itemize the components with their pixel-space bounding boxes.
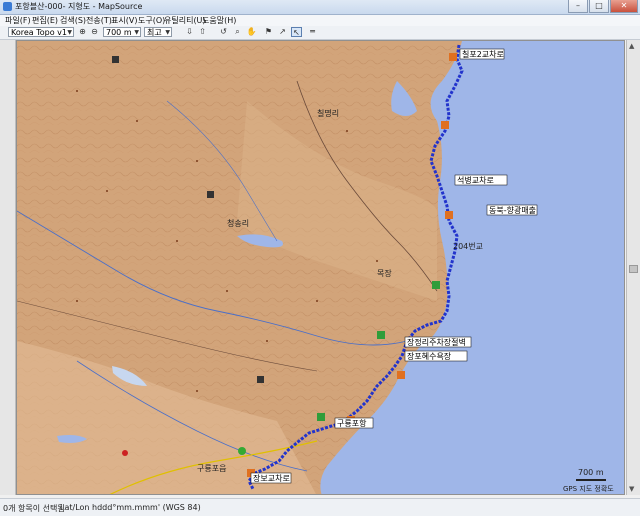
measure-tool-icon[interactable]: ═ [307, 27, 318, 37]
hand-tool-icon[interactable]: ✋ [246, 27, 257, 37]
vertical-scrollbar[interactable]: ▲ ▼ [626, 40, 640, 495]
menu-search[interactable]: 검색(S) [60, 15, 86, 26]
toolbar: Korea Topo v1 ▼ ⊕ ⊖ 700 m ▼ 최고 ▼ ⇩ ⇧ ↺ ⌕… [0, 26, 640, 40]
waypoint-label: 구룡포항 [337, 419, 367, 428]
app-icon [3, 2, 12, 11]
maximize-button[interactable]: □ [589, 0, 609, 13]
zoom-level-value: 700 m [106, 28, 132, 37]
menu-help[interactable]: 도움말(H) [202, 15, 236, 26]
route-tool-icon[interactable]: ↗ [277, 27, 288, 37]
place-label: 칠명리 [317, 108, 339, 118]
zoom-out-icon[interactable]: ⊖ [89, 27, 100, 37]
status-bar: 0개 항목이 선택됨 Lat/Lon hddd°mm.mmm' (WGS 84) [0, 498, 640, 516]
menu-bar: 파일(F) 편집(E) 검색(S) 전송(T) 표시(V) 도구(O) 유틸리티… [0, 15, 640, 26]
position-format: Lat/Lon hddd°mm.mmm' (WGS 84) [60, 503, 201, 512]
waypoint-label: 동북-향광매출 [489, 205, 536, 215]
receive-from-device-icon[interactable]: ⇩ [184, 27, 195, 37]
zoom-level-select[interactable]: 700 m ▼ [103, 27, 141, 37]
menu-tools[interactable]: 도구(O) [138, 15, 165, 26]
window-title: 포항블산-000- 지형도 - MapSource [15, 2, 143, 11]
poi-marker [122, 450, 128, 456]
poi-marker [432, 281, 440, 289]
waypoint-label: 칠포2교차로 [462, 50, 504, 59]
scroll-thumb[interactable] [629, 265, 638, 273]
poi-marker [238, 447, 246, 455]
minimize-button[interactable]: – [568, 0, 588, 13]
map-scale-bar [576, 479, 606, 481]
left-gutter [0, 40, 16, 495]
poi-marker [377, 331, 385, 339]
waypoint-label: 장포혜수욕장 [407, 351, 452, 361]
detail-value: 최고 [147, 28, 162, 37]
send-to-device-icon[interactable]: ⇧ [197, 27, 208, 37]
waypoint-marker [397, 371, 405, 379]
scroll-down-icon[interactable]: ▼ [629, 485, 634, 493]
poi-marker [112, 56, 119, 63]
poi-marker [207, 191, 214, 198]
map-credit: GPS 지도 정확도 [563, 485, 614, 493]
zoom-tool-icon[interactable]: ⌕ [232, 27, 243, 37]
menu-transfer[interactable]: 전송(T) [86, 15, 112, 26]
place-label: 구룡포읍 [197, 464, 226, 473]
poi-marker [257, 376, 264, 383]
waypoint-label: 석병교차로 [457, 175, 494, 185]
map-scale-label: 700 m [578, 468, 604, 477]
waypoint-marker [449, 53, 457, 61]
scroll-up-icon[interactable]: ▲ [629, 42, 634, 50]
map-view[interactable]: 칠포2교차로 석병교차로 동북-향광매출 장정리주차장절벽 장포혜수욕장 구룡포… [16, 40, 625, 495]
place-label: 청송리 [227, 219, 249, 228]
menu-edit[interactable]: 편집(E) [32, 15, 58, 26]
close-button[interactable]: ✕ [610, 0, 638, 13]
chevron-down-icon: ▼ [134, 29, 139, 36]
place-label: 목장 [377, 268, 392, 278]
selection-status: 0개 항목이 선택됨 [3, 504, 65, 513]
detail-select[interactable]: 최고 ▼ [144, 27, 172, 37]
menu-file[interactable]: 파일(F) [5, 15, 31, 26]
title-bar: 포항블산-000- 지형도 - MapSource – □ ✕ [0, 0, 640, 15]
map-product-value: Korea Topo v1 [11, 28, 67, 37]
waypoint-marker [445, 211, 453, 219]
waypoint-label: 장정리주차장절벽 [407, 337, 466, 347]
selection-tool-icon[interactable]: ↖ [291, 27, 302, 37]
menu-utilities[interactable]: 유틸리티(U) [164, 15, 206, 26]
map-tool-icon[interactable]: ↺ [218, 27, 229, 37]
window-controls: – □ ✕ [567, 0, 638, 13]
zoom-in-icon[interactable]: ⊕ [77, 27, 88, 37]
waypoint-marker [441, 121, 449, 129]
chevron-down-icon: ▼ [67, 29, 72, 36]
poi-marker [317, 413, 325, 421]
menu-view[interactable]: 표시(V) [111, 15, 137, 26]
waypoint-tool-icon[interactable]: ⚑ [263, 27, 274, 37]
waypoint-label: 장보교차로 [253, 473, 290, 483]
place-label: 204번교 [453, 242, 483, 251]
map-canvas: 칠포2교차로 석병교차로 동북-향광매출 장정리주차장절벽 장포혜수욕장 구룡포… [17, 41, 624, 494]
map-product-select[interactable]: Korea Topo v1 ▼ [8, 27, 74, 37]
chevron-down-icon: ▼ [165, 29, 170, 36]
